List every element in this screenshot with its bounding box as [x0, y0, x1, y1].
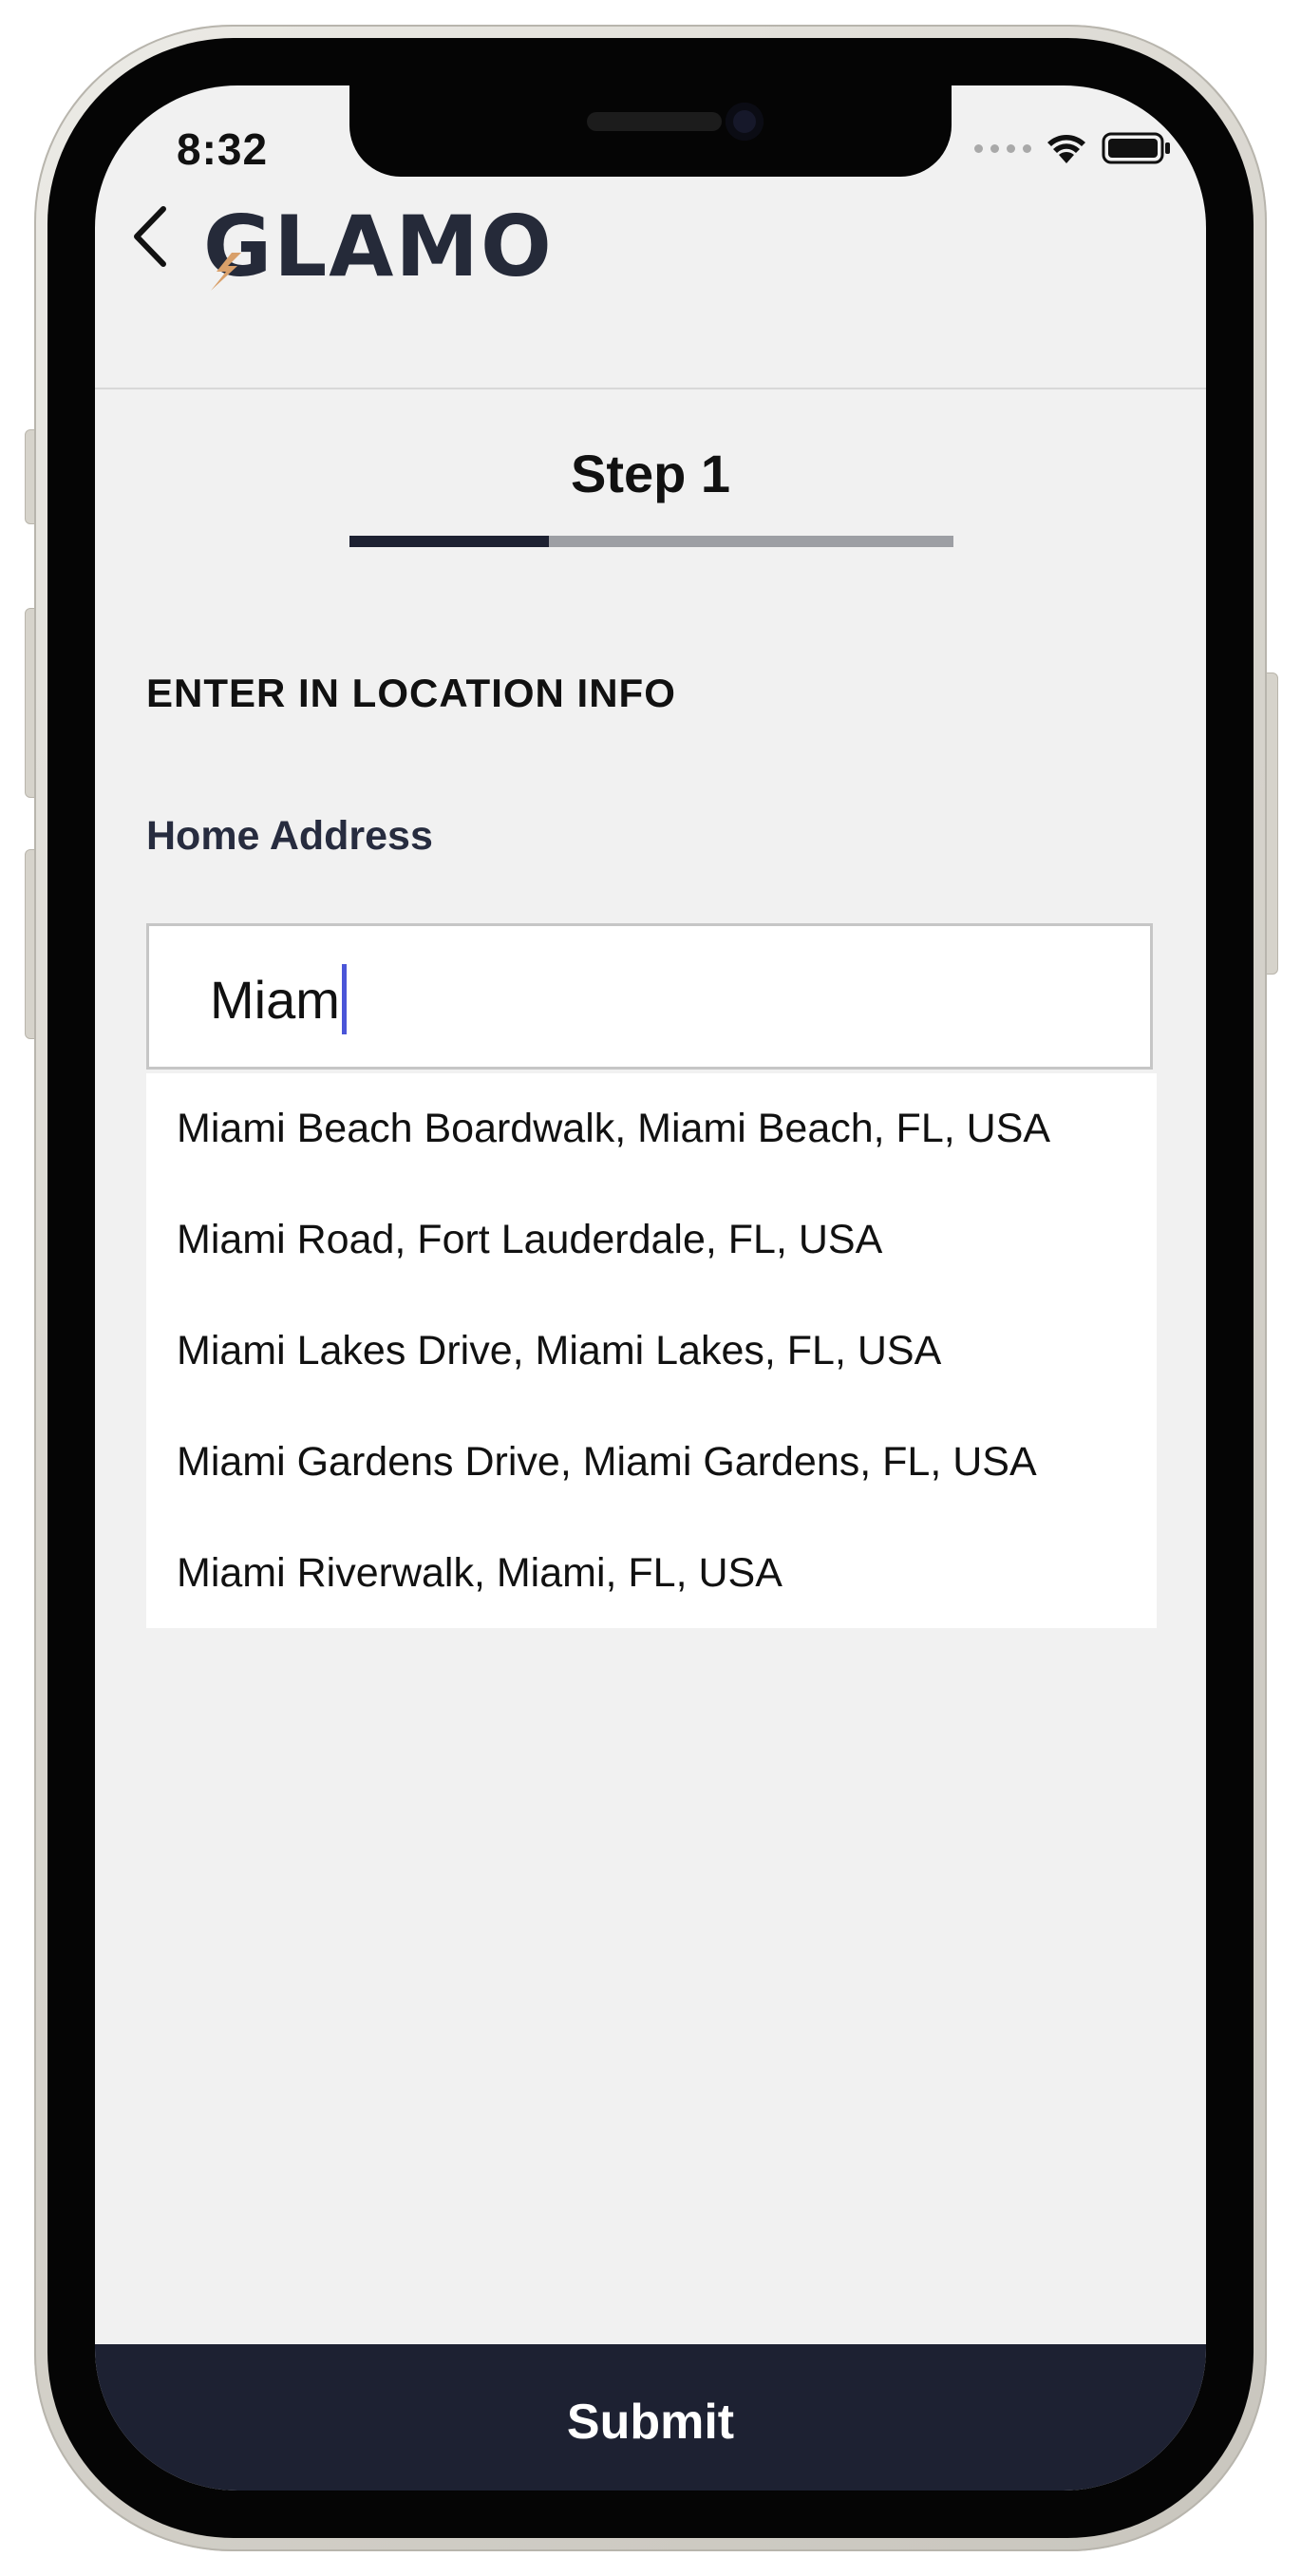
- suggestion-item[interactable]: Miami Riverwalk, Miami, FL, USA: [146, 1518, 1157, 1629]
- suggestion-item[interactable]: Miami Gardens Drive, Miami Gardens, FL, …: [146, 1407, 1157, 1518]
- cellular-signal-icon: [974, 143, 1031, 153]
- suggestion-item[interactable]: Miami Lakes Drive, Miami Lakes, FL, USA: [146, 1296, 1157, 1407]
- chevron-left-icon[interactable]: [131, 203, 169, 270]
- text-caret: [341, 964, 347, 1034]
- home-address-input[interactable]: Miam: [146, 923, 1153, 1070]
- app-header: GLAMO: [95, 199, 1206, 389]
- front-camera: [726, 103, 764, 141]
- suggestion-item[interactable]: Miami Beach Boardwalk, Miami Beach, FL, …: [146, 1073, 1157, 1184]
- battery-icon: [1102, 132, 1170, 164]
- wifi-icon: [1047, 135, 1085, 163]
- status-icons: [974, 131, 1172, 165]
- notch: [349, 85, 952, 177]
- suggestion-item[interactable]: Miami Road, Fort Lauderdale, FL, USA: [146, 1184, 1157, 1296]
- address-suggestions-list: Miami Beach Boardwalk, Miami Beach, FL, …: [146, 1073, 1157, 1628]
- glamo-logo-text: GLAMO: [203, 199, 554, 291]
- submit-button-label[interactable]: Submit: [95, 2394, 1206, 2451]
- step-progress-bar: [349, 536, 953, 547]
- step-progress-fill: [349, 536, 549, 547]
- home-address-label: Home Address: [146, 813, 433, 859]
- app-screen: 8:32 GLAMO Step 1 ENTER IN LOCATION INFO…: [95, 85, 1206, 2491]
- step-title: Step 1: [570, 444, 731, 503]
- home-address-input-value-wrap: Miam: [210, 964, 347, 1034]
- section-title: ENTER IN LOCATION INFO: [146, 671, 676, 715]
- home-address-input-value: Miam: [210, 969, 340, 1030]
- status-time: 8:32: [177, 124, 269, 174]
- glamo-logo: GLAMO: [203, 199, 554, 291]
- earpiece-speaker: [587, 112, 722, 131]
